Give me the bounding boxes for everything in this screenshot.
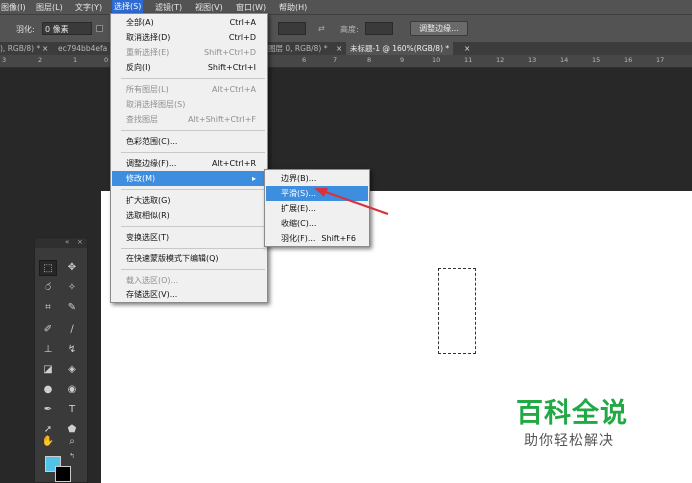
ruler-number: 12 xyxy=(496,56,505,64)
ruler-number: 17 xyxy=(656,56,665,64)
menu-item-deselect-layers: 取消选择图层(S) xyxy=(126,100,186,109)
ruler-number: 9 xyxy=(400,56,405,64)
menu-item-reselect: 重新选择(E) Shift+Ctrl+D xyxy=(126,48,256,57)
annotation-arrow-icon xyxy=(314,188,389,216)
brush-tool-icon[interactable]: ∕ xyxy=(63,322,81,338)
ruler-number: 15 xyxy=(592,56,601,64)
tools-panel: « × ⬚ ✥ ර ✧ ⌗ ✎ ✐ ∕ ⊥ ↯ ◪ ◈ ● ◉ ✒ T ➚ ⬟ … xyxy=(34,237,88,483)
ruler-number: 8 xyxy=(367,56,372,64)
feather-input[interactable]: 0 像素 xyxy=(42,22,92,35)
pen-tool-icon[interactable]: ✒ xyxy=(39,402,57,418)
submenu-arrow-icon: ▸ xyxy=(251,174,256,183)
menu-item-load-selection: 载入选区(O)... xyxy=(126,276,179,285)
menu-item-transform-selection[interactable]: 变换选区(T) xyxy=(112,230,266,245)
ruler-number: 3 xyxy=(2,56,7,64)
menu-layer[interactable]: 图层(L) xyxy=(36,2,63,13)
rectangular-selection[interactable] xyxy=(438,268,476,354)
move-tool-icon[interactable]: ✥ xyxy=(63,260,81,276)
ruler-number: 13 xyxy=(528,56,537,64)
eraser-tool-icon[interactable]: ◪ xyxy=(39,362,57,378)
select-menu-dropdown: 全部(A) Ctrl+A 取消选择(D) Ctrl+D 重新选择(E) Shift+C… xyxy=(110,13,268,303)
menu-item-similar[interactable]: 选取相似(R) xyxy=(112,208,266,223)
menu-view[interactable]: 视图(V) xyxy=(195,2,223,13)
ruler-number: 11 xyxy=(464,56,473,64)
ruler-number: 2 xyxy=(38,56,43,64)
tab-doc-2[interactable]: ec794bb4efa xyxy=(58,42,107,55)
dodge-tool-icon[interactable]: ◉ xyxy=(63,382,81,398)
tab-doc-1[interactable]: ), RGB/8) * xyxy=(0,42,40,55)
tab-close-icon[interactable]: × xyxy=(336,42,342,55)
watermark-title: 百科全说 xyxy=(516,398,628,429)
document-tabs: ), RGB/8) * × ec794bb4efa 图层 0, RGB/8) *… xyxy=(0,42,692,55)
ruler-number: 0 xyxy=(104,56,109,64)
menu-item-all-layers: 所有图层(L) Alt+Ctrl+A xyxy=(126,85,256,94)
menu-help[interactable]: 帮助(H) xyxy=(279,2,307,13)
eyedropper-icon[interactable]: ✎ xyxy=(63,300,81,316)
collapse-icon[interactable]: « xyxy=(65,238,69,246)
menu-filter[interactable]: 滤镜(T) xyxy=(155,2,182,13)
menu-image[interactable]: 图像(I) xyxy=(1,2,26,13)
menu-item-refine-edge[interactable]: 调整边缘(F)... Alt+Ctrl+R xyxy=(112,156,266,171)
height-input[interactable] xyxy=(365,22,393,35)
crop-tool-icon[interactable]: ⌗ xyxy=(39,300,57,316)
menu-item-quick-mask[interactable]: 在快速蒙版模式下编辑(Q) xyxy=(112,251,266,266)
menu-separator xyxy=(121,130,265,131)
tab-close-icon[interactable]: × xyxy=(42,42,48,55)
tab-doc-active[interactable]: 未标题-1 @ 160%(RGB/8) * xyxy=(346,42,454,55)
ruler-number: 14 xyxy=(560,56,569,64)
menu-separator xyxy=(121,248,265,249)
ruler-number: 7 xyxy=(333,56,338,64)
ruler-number: 6 xyxy=(302,56,307,64)
submenu-item-feather[interactable]: 羽化(F)... Shift+F6 xyxy=(266,231,368,246)
menu-separator xyxy=(121,226,265,227)
tools-panel-header[interactable]: « × xyxy=(35,238,87,248)
swap-colors-icon[interactable]: ↰ xyxy=(69,452,75,460)
horizontal-ruler: 3 2 1 0 6 7 8 9 10 11 12 13 14 15 16 17 xyxy=(0,55,692,68)
menu-item-save-selection[interactable]: 存储选区(V)... xyxy=(112,287,266,302)
watermark-subtitle: 助你轻松解决 xyxy=(524,433,614,449)
blur-tool-icon[interactable]: ● xyxy=(39,382,57,398)
swap-icon[interactable]: ⇄ xyxy=(318,24,325,33)
close-icon[interactable]: × xyxy=(77,238,83,246)
menu-item-grow[interactable]: 扩大选取(G) xyxy=(112,193,266,208)
menu-separator xyxy=(121,78,265,79)
marquee-tool-icon[interactable]: ⬚ xyxy=(39,260,57,276)
menu-item-modify[interactable]: 修改(M) ▸ xyxy=(112,171,266,186)
refine-edge-button[interactable]: 调整边缘... xyxy=(410,21,468,36)
zoom-tool-icon[interactable]: ⌕ xyxy=(63,434,81,450)
menu-item-select-all[interactable]: 全部(A) Ctrl+A xyxy=(112,15,266,30)
background-color-swatch[interactable] xyxy=(55,466,71,482)
menu-item-color-range[interactable]: 色彩范围(C)... xyxy=(112,134,266,149)
options-bar: 羽化: 0 像素 ⇄ 高度: 调整边缘... xyxy=(0,14,692,43)
menu-item-inverse[interactable]: 反向(I) Shift+Ctrl+I xyxy=(112,60,266,75)
menu-separator xyxy=(121,189,265,190)
ruler-number: 1 xyxy=(73,56,78,64)
healing-brush-icon[interactable]: ✐ xyxy=(39,322,57,338)
menu-separator xyxy=(121,152,265,153)
width-input[interactable] xyxy=(278,22,306,35)
menu-window[interactable]: 窗口(W) xyxy=(236,2,266,13)
ruler-number: 16 xyxy=(624,56,633,64)
tab-close-icon[interactable]: × xyxy=(464,42,470,55)
menu-item-find-layers: 查找图层 Alt+Shift+Ctrl+F xyxy=(126,115,256,124)
tab-doc-3[interactable]: 图层 0, RGB/8) * xyxy=(268,42,327,55)
menu-item-deselect[interactable]: 取消选择(D) Ctrl+D xyxy=(112,30,266,45)
anti-alias-checkbox[interactable] xyxy=(96,25,103,32)
paint-bucket-icon[interactable]: ◈ xyxy=(63,362,81,378)
height-label: 高度: xyxy=(340,25,359,34)
hand-tool-icon[interactable]: ✋ xyxy=(39,434,57,450)
menu-separator xyxy=(121,269,265,270)
clone-stamp-icon[interactable]: ⊥ xyxy=(39,342,57,358)
magic-wand-icon[interactable]: ✧ xyxy=(63,280,81,296)
menu-select[interactable]: 选择(S) xyxy=(112,0,144,14)
history-brush-icon[interactable]: ↯ xyxy=(63,342,81,358)
type-tool-icon[interactable]: T xyxy=(63,402,81,418)
feather-label: 羽化: xyxy=(16,25,35,34)
lasso-tool-icon[interactable]: ර xyxy=(39,280,57,296)
menubar: 图像(I) 图层(L) 文字(Y) 选择(S) 滤镜(T) 视图(V) 窗口(W… xyxy=(0,0,692,14)
ruler-number: 10 xyxy=(432,56,441,64)
menu-type[interactable]: 文字(Y) xyxy=(75,2,102,13)
